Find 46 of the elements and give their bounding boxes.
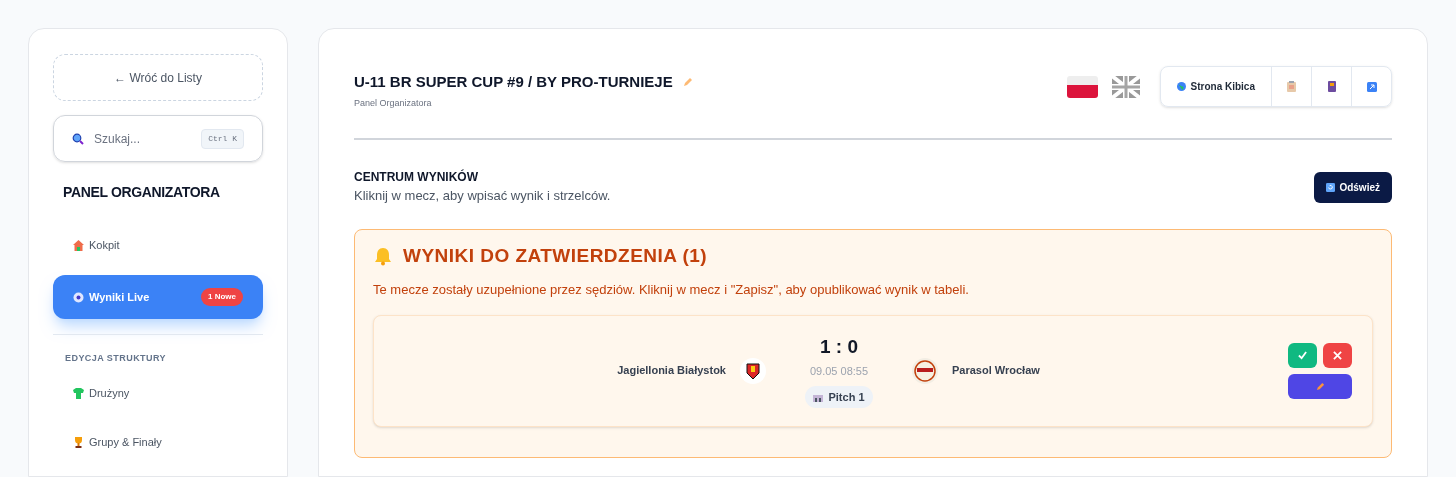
fan-page-button[interactable]: Strona Kibica [1160, 67, 1271, 106]
arrow-icon [1366, 81, 1377, 92]
globe-icon [1176, 82, 1186, 91]
new-badge: 1 Nowe [201, 288, 243, 306]
clipboard-icon [1287, 81, 1296, 92]
away-team: Parasol Wrocław [952, 363, 1040, 379]
sidebar-title: PANEL ORGANIZATORA [63, 183, 221, 202]
section-heading: CENTRUM WYNIKÓW [354, 168, 479, 186]
edit-button[interactable] [1288, 373, 1352, 399]
crest-icon [740, 357, 766, 384]
check-icon [1298, 350, 1307, 360]
match-card[interactable]: Jagiellonia Białystok 1 : 0 09.05 08:55 Pitch 1 Parasol Wrocław [373, 314, 1373, 427]
house-icon [73, 239, 84, 251]
pending-description: Te mecze zostały uzupełnione przez sędziów. Kliknij w mecz i "Zapisz", aby opublikować wynik w tabeli. [373, 281, 970, 299]
match-time: 09.05 08:55 [809, 364, 869, 380]
nav-item[interactable]: Kokpit [53, 223, 263, 267]
bell-icon [373, 245, 393, 266]
back-button[interactable]: ← Wróć do Listy [53, 54, 263, 101]
approve-button[interactable] [1288, 342, 1317, 368]
crest-icon [912, 357, 938, 384]
score: 1 : 0 [820, 334, 858, 359]
home-team: Jagiellonia Białystok [617, 363, 726, 379]
reject-button[interactable] [1323, 342, 1352, 368]
section-description: Kliknij w mecz, aby wpisać wynik i strzelców. [354, 187, 611, 205]
shortcut-hint: Ctrl K [201, 128, 244, 149]
subtitle: Panel Organizatora [354, 96, 433, 110]
nav-item[interactable]: Wyniki Live 1 Nowe [53, 275, 263, 319]
ball-icon [73, 291, 84, 303]
refresh-icon [1326, 183, 1336, 192]
trophy-icon [73, 437, 84, 448]
refresh-button[interactable]: Odśwież [1314, 172, 1392, 203]
pencil-icon [1315, 381, 1325, 391]
poland-flag-icon[interactable] [1066, 75, 1098, 98]
pitch-badge: Pitch 1 [805, 385, 873, 409]
uk-flag-icon[interactable] [1111, 75, 1140, 98]
shirt-icon [73, 388, 84, 399]
close-icon [1333, 350, 1342, 360]
stadium-icon [813, 392, 824, 402]
search-field[interactable]: Szukaj... [94, 129, 192, 148]
pending-title: WYNIKI DO ZATWIERDZENIA (1) [403, 243, 708, 268]
book-icon [1327, 81, 1336, 92]
tournament-title: U-11 BR SUPER CUP #9 / BY PRO-TURNIEJE [354, 72, 673, 92]
section-title: EDYCJA STRUKTURY [65, 352, 168, 365]
nav-item[interactable]: Grupy & Finały [53, 420, 263, 465]
search-icon [72, 132, 84, 145]
nav-item[interactable]: Drużyny [53, 371, 263, 416]
